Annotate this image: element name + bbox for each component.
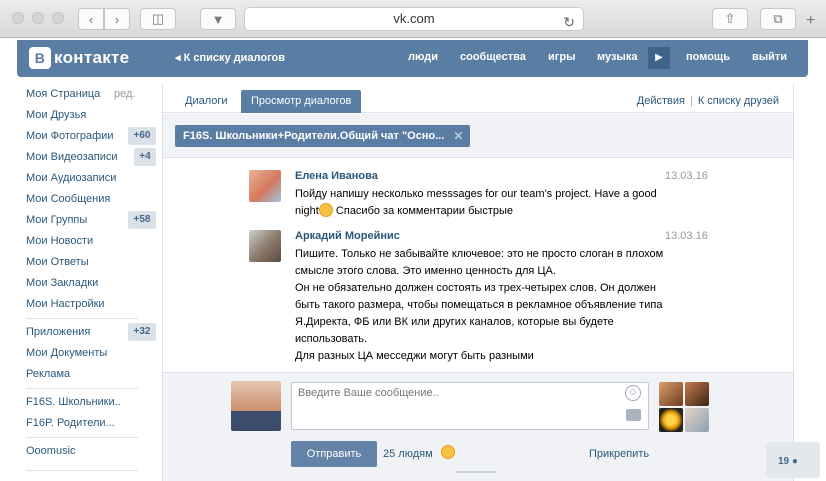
tab-actions: Действия | К списку друзей xyxy=(637,95,779,107)
back-to-dialogs-link[interactable]: ◂ К списку диалогов xyxy=(175,51,285,64)
message-text: Пойду напишу несколько messsages for our… xyxy=(295,188,657,217)
nav-music[interactable]: музыка xyxy=(597,51,637,63)
sidebar-item-news[interactable]: Мои Новости xyxy=(26,231,156,251)
sidebar-item-audio[interactable]: Мои Аудиозаписи xyxy=(26,168,156,188)
sidebar-divider xyxy=(26,318,138,319)
sidebar-item-ads[interactable]: Реклама xyxy=(26,364,156,384)
avatar[interactable] xyxy=(249,170,281,202)
sidebar-item-messages[interactable]: Мои Сообщения xyxy=(26,189,156,209)
sidebar-item-group-f16s[interactable]: F16S. Школьники.. xyxy=(26,392,156,412)
share-icon[interactable]: ⇧ xyxy=(712,8,748,30)
divider: | xyxy=(689,95,693,107)
pocket-icon[interactable]: ▼ xyxy=(200,8,236,30)
sidebar-item-group-f16p[interactable]: F16P. Родители... xyxy=(26,413,156,433)
message-date: 13.03.16 xyxy=(665,170,708,182)
friends-list-link[interactable]: К списку друзей xyxy=(698,95,779,107)
nav-help[interactable]: помощь xyxy=(686,51,730,63)
sidebar-item-ooomusic[interactable]: Ooomusic xyxy=(26,441,156,461)
message-composer: Введите Ваше сообщение.. ☺ Отправить 25 … xyxy=(163,372,793,481)
new-tab-button[interactable]: + xyxy=(806,12,815,30)
avatar[interactable] xyxy=(249,230,281,262)
sidebar-item-friends[interactable]: Мои Друзья xyxy=(26,105,156,125)
close-icon[interactable]: ✕ xyxy=(453,125,463,147)
sidebar-item-settings[interactable]: Мои Настройки xyxy=(26,294,156,314)
resize-handle[interactable] xyxy=(456,471,496,473)
photos-badge[interactable]: +60 xyxy=(128,127,156,145)
address-bar[interactable]: vk.com ↻ xyxy=(244,7,584,31)
apps-badge[interactable]: +32 xyxy=(128,323,156,341)
tab-bar: Диалоги Просмотр диалогов Действия | К спи… xyxy=(163,84,793,113)
sidebar-divider xyxy=(26,437,138,438)
message-date: 13.03.16 xyxy=(665,230,708,242)
message-text: Пишите. Только не забывайте ключевое: эт… xyxy=(295,248,664,362)
tabs-icon[interactable]: ⧉ xyxy=(760,8,796,30)
chevron-right-icon[interactable]: › xyxy=(104,8,130,30)
participant-avatar[interactable] xyxy=(685,382,709,406)
chat-header: F16S. Школьники+Родители.Общий чат "Осно… xyxy=(163,114,793,158)
message-author[interactable]: Аркадий Морейнис xyxy=(295,230,400,242)
message-item: Аркадий Морейнис 13.03.16 Пишите. Только… xyxy=(249,224,719,364)
actions-link[interactable]: Действия xyxy=(637,95,685,107)
camera-icon[interactable] xyxy=(626,409,641,421)
emoji-icon[interactable]: ☺ xyxy=(625,385,641,401)
logo-text: контакте xyxy=(54,48,130,67)
participant-avatar[interactable] xyxy=(659,408,683,432)
reload-icon[interactable]: ↻ xyxy=(563,11,575,33)
recipients-link[interactable]: 25 людям xyxy=(383,448,433,460)
zoom-window-button[interactable] xyxy=(52,12,64,24)
send-button[interactable]: Отправить xyxy=(291,441,377,467)
sidebar-icon[interactable]: ◫ xyxy=(140,8,176,30)
nav-games[interactable]: игры xyxy=(548,51,575,63)
tab-dialogs[interactable]: Диалоги xyxy=(175,90,238,113)
chat-title: F16S. Школьники+Родители.Общий чат "Осно… xyxy=(183,130,445,142)
wink-emoji-icon xyxy=(441,445,455,459)
chat-title-chip[interactable]: F16S. Школьники+Родители.Общий чат "Осно… xyxy=(175,125,471,147)
user-icon: ● xyxy=(791,456,798,467)
my-avatar[interactable] xyxy=(231,381,281,431)
sidebar-divider xyxy=(26,470,138,471)
message-item: Елена Иванова 13.03.16 Пойду напишу неск… xyxy=(249,164,719,217)
groups-badge[interactable]: +58 xyxy=(128,211,156,229)
vk-logo[interactable]: В контакте xyxy=(29,47,129,69)
chevron-left-icon[interactable]: ‹ xyxy=(78,8,104,30)
minimize-window-button[interactable] xyxy=(32,12,44,24)
smile-icon xyxy=(318,203,333,217)
nav-logout[interactable]: выйти xyxy=(752,51,787,63)
logo-mark: В xyxy=(29,47,51,69)
vk-header: В контакте ◂ К списку диалогов люди сооб… xyxy=(17,40,808,77)
tab-view-dialogs[interactable]: Просмотр диалогов xyxy=(241,90,362,113)
message-input[interactable]: Введите Ваше сообщение.. xyxy=(291,382,649,430)
message-author[interactable]: Елена Иванова xyxy=(295,170,378,182)
nav-communities[interactable]: сообщества xyxy=(460,51,526,63)
online-friends-badge[interactable]: 19 ● xyxy=(766,442,820,478)
sidebar-item-my-page[interactable]: Моя Страница xyxy=(26,84,156,104)
sidebar-item-documents[interactable]: Мои Документы xyxy=(26,343,156,363)
participant-avatar[interactable] xyxy=(659,382,683,406)
sidebar-item-answers[interactable]: Мои Ответы xyxy=(26,252,156,272)
nav-people[interactable]: люди xyxy=(408,51,438,63)
play-icon[interactable]: ▶ xyxy=(648,47,670,69)
sidebar-item-bookmarks[interactable]: Мои Закладки xyxy=(26,273,156,293)
videos-badge[interactable]: +4 xyxy=(134,148,156,166)
dialog-panel: Диалоги Просмотр диалогов Действия | К спи… xyxy=(162,84,794,481)
participant-avatar[interactable] xyxy=(685,408,709,432)
sidebar-divider xyxy=(26,388,138,389)
browser-toolbar: ‹ › ◫ ▼ vk.com ↻ ⇧ ⧉ + xyxy=(0,0,826,38)
url-text: vk.com xyxy=(393,11,435,26)
attach-link[interactable]: Прикрепить xyxy=(589,448,649,460)
close-window-button[interactable] xyxy=(12,12,24,24)
